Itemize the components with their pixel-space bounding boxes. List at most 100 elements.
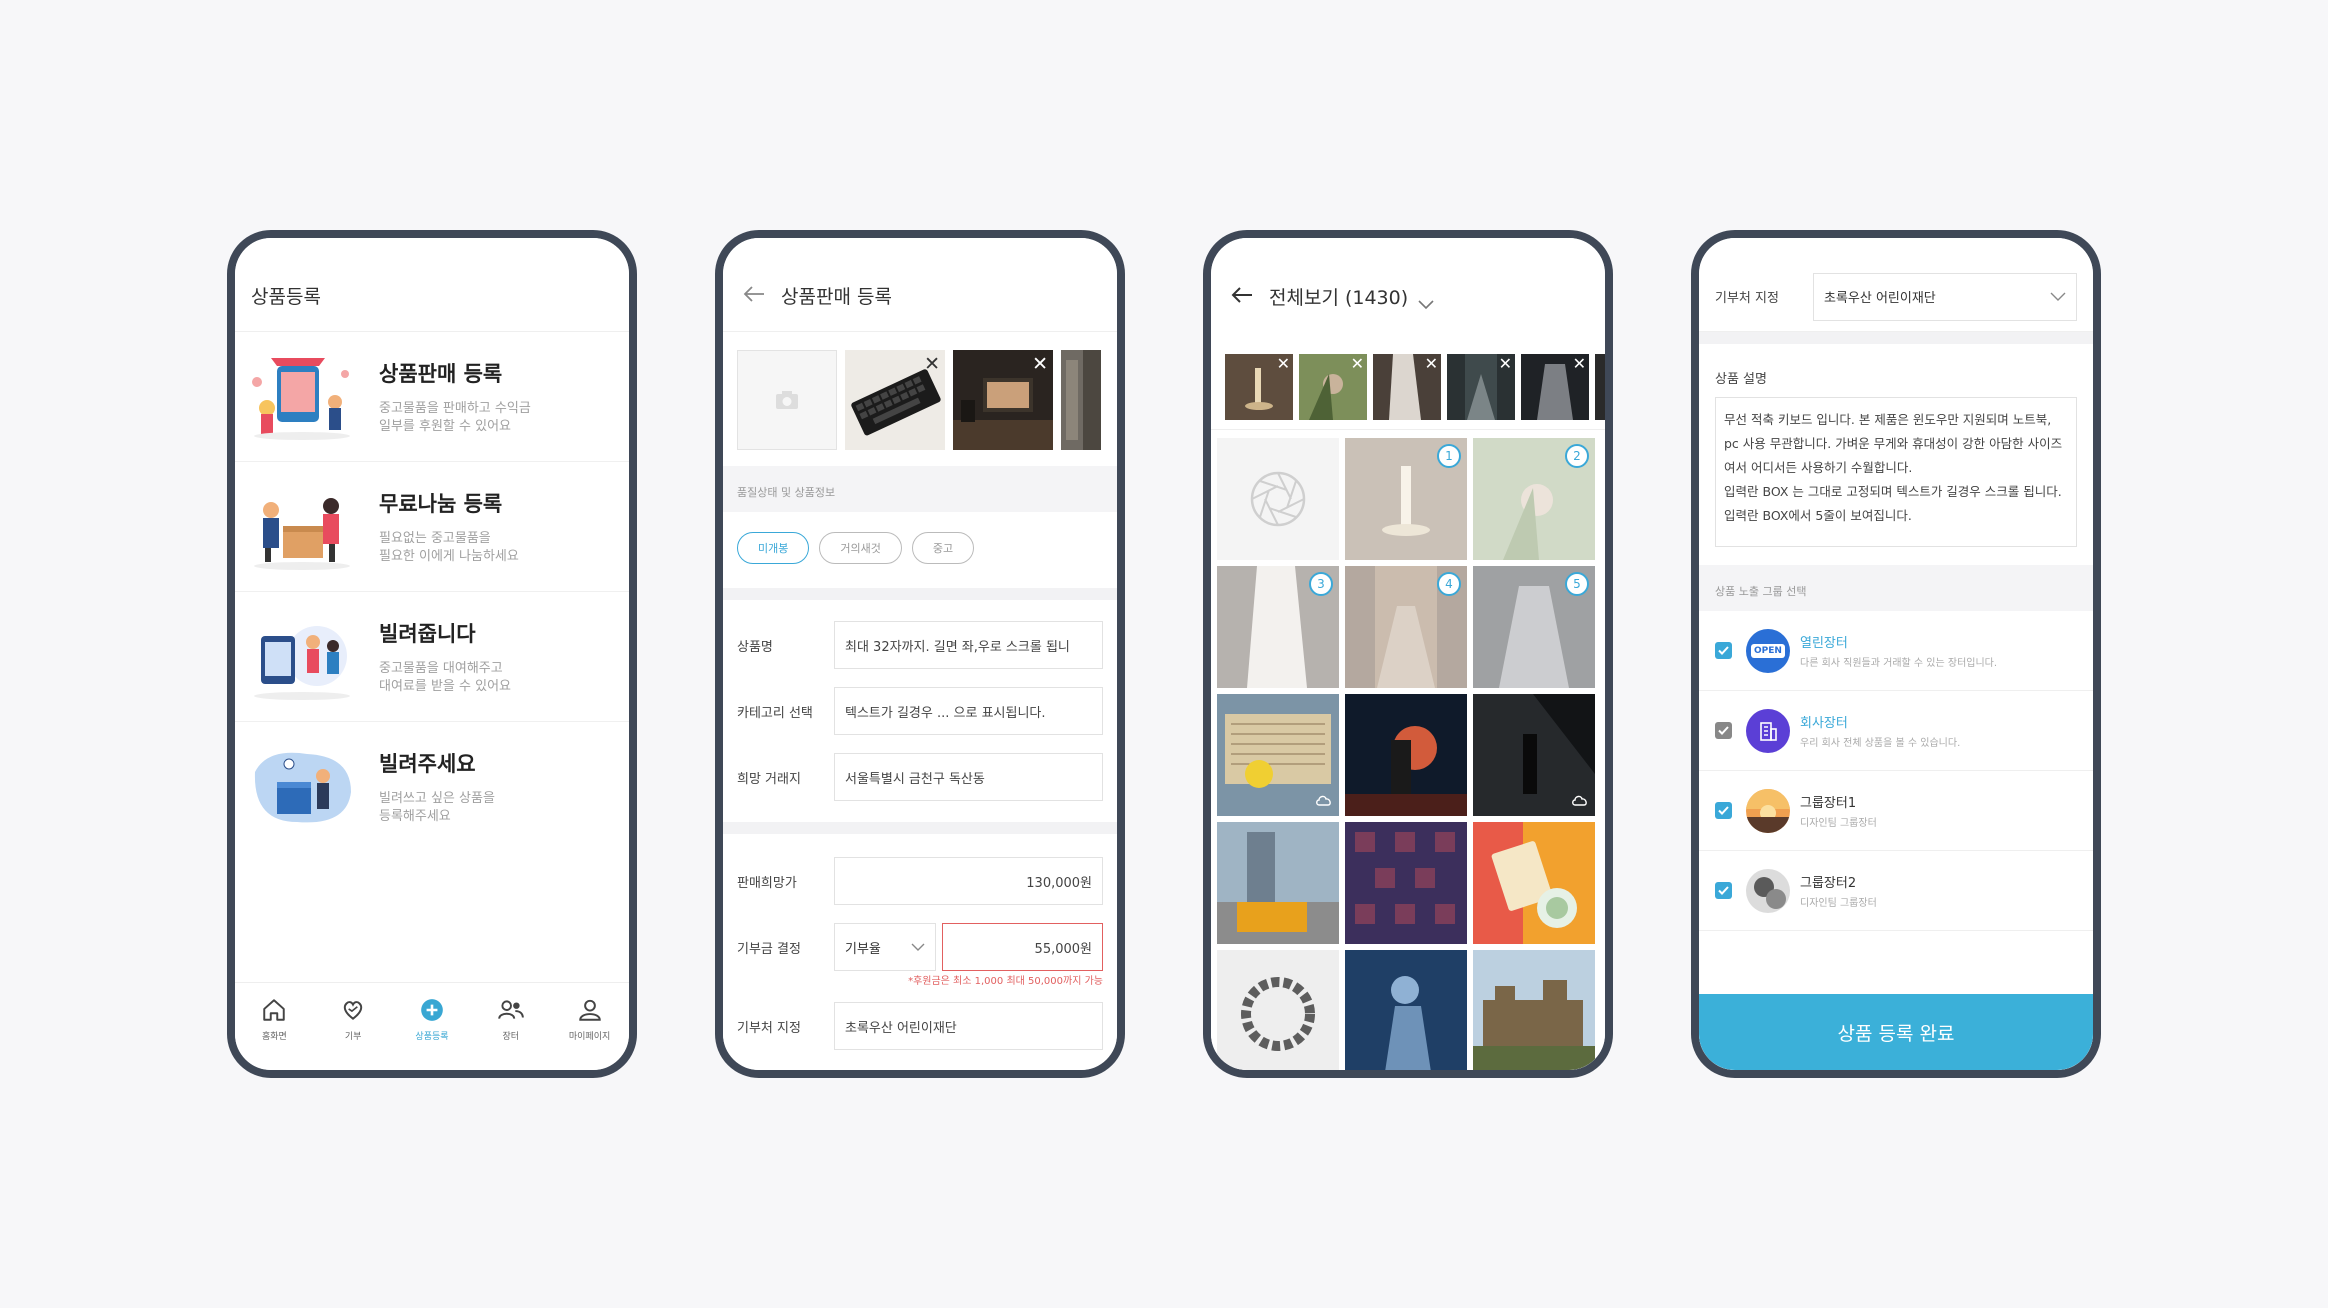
selected-thumb[interactable]	[1595, 354, 1605, 420]
page-header: 전체보기 (1430)	[1211, 238, 1605, 332]
group-name: 그룹장터1	[1800, 796, 1857, 811]
borrow-illustration	[247, 742, 357, 832]
price-input[interactable]: 130,000원	[834, 857, 1103, 905]
checkbox[interactable]	[1715, 722, 1732, 739]
form-label: 판매희망가	[737, 875, 797, 891]
tab-mypage[interactable]: 마이페이지	[555, 997, 625, 1070]
group-row-group2[interactable]: 그룹장터2 디자인팀 그룹장터	[1699, 851, 2093, 931]
add-photo-button[interactable]	[737, 350, 837, 450]
checkbox[interactable]	[1715, 882, 1732, 899]
remove-photo-icon[interactable]: ✕	[1032, 353, 1048, 375]
menu-item-borrow[interactable]: 빌려주세요 빌려쓰고 싶은 상품을 등록해주세요	[235, 722, 629, 852]
menu-desc: 빌려쓰고 싶은 상품을 등록해주세요	[379, 791, 495, 824]
form-label: 기부금 결정	[737, 941, 801, 957]
uploaded-photo[interactable]: ✕	[953, 350, 1053, 450]
selected-thumb[interactable]: ✕	[1521, 354, 1589, 420]
photo-cell[interactable]: 5	[1473, 566, 1595, 688]
photo-cell[interactable]	[1345, 950, 1467, 1070]
photo-cell[interactable]	[1217, 822, 1339, 944]
back-arrow-icon[interactable]	[739, 279, 769, 309]
selected-thumb[interactable]: ✕	[1447, 354, 1515, 420]
photo-cell[interactable]	[1217, 694, 1339, 816]
group-desc: 다른 회사 직원들과 거래할 수 있는 장터입니다.	[1800, 658, 1998, 669]
tab-market[interactable]: 장터	[476, 997, 546, 1070]
product-name-input[interactable]: 최대 32자까지. 길면 좌,우로 스크롤 됩니	[834, 621, 1103, 669]
photo-cell[interactable]	[1345, 694, 1467, 816]
donee-select[interactable]: 초록우산 어린이재단	[834, 1002, 1103, 1050]
submit-button[interactable]: 상품 등록 완료	[1699, 994, 2093, 1070]
chevron-down-icon	[911, 943, 925, 951]
gallery-title[interactable]: 전체보기 (1430)	[1269, 283, 1408, 310]
chip-like-new[interactable]: 거의새것	[819, 532, 902, 564]
trade-place-input[interactable]: 서울특별시 금천구 독산동	[834, 753, 1103, 801]
form-label: 기부처 지정	[737, 1020, 801, 1036]
remove-icon[interactable]: ✕	[1499, 354, 1512, 373]
category-select[interactable]: 텍스트가 길경우 ... 으로 표시됩니다.	[834, 687, 1103, 735]
photo-cell[interactable]: 4	[1345, 566, 1467, 688]
donation-type-select[interactable]: 기부율	[834, 923, 936, 971]
chip-unopened[interactable]: 미개봉	[737, 532, 810, 564]
remove-photo-icon[interactable]: ✕	[924, 353, 940, 375]
divider	[723, 822, 1117, 834]
menu-item-lend[interactable]: 빌려줍니다 중고물품을 대여해주고 대여료를 받을 수 있어요	[235, 592, 629, 722]
divider	[1699, 332, 2093, 344]
donation-row: 기부금 결정 기부율 55,000원	[723, 914, 1117, 980]
photo-upload-row: ✕ ✕	[723, 332, 1117, 466]
tab-donation[interactable]: 기부	[318, 997, 388, 1070]
page-header: 상품판매 등록	[723, 238, 1117, 332]
group-row-company-market[interactable]: 회사장터 우리 회사 전체 상품을 볼 수 있습니다.	[1699, 691, 2093, 771]
trade-place-row: 희망 거래지 서울특별시 금천구 독산동	[723, 744, 1117, 810]
tab-register[interactable]: 상품등록	[397, 997, 467, 1070]
selected-thumb[interactable]: ✕	[1225, 354, 1293, 420]
donation-amount-input[interactable]: 55,000원	[942, 923, 1103, 971]
group-desc: 우리 회사 전체 상품을 볼 수 있습니다.	[1800, 738, 1961, 749]
remove-icon[interactable]: ✕	[1425, 354, 1438, 373]
share-illustration	[247, 482, 357, 572]
checkbox[interactable]	[1715, 802, 1732, 819]
building-icon	[1746, 708, 1790, 753]
phone-sale-register: 상품판매 등록 ✕ ✕ 품질상태 및 상품정보 미개봉 거의새것 중고 상품명 …	[715, 230, 1125, 1078]
photo-cell[interactable]	[1345, 822, 1467, 944]
tab-home[interactable]: 홈화면	[239, 997, 309, 1070]
chip-used[interactable]: 중고	[911, 532, 975, 564]
remove-icon[interactable]: ✕	[1351, 354, 1364, 373]
home-icon	[263, 999, 286, 1021]
tab-label: 홈화면	[261, 1032, 287, 1042]
selected-thumb[interactable]: ✕	[1299, 354, 1367, 420]
condition-section-label: 품질상태 및 상품정보	[723, 466, 1117, 512]
remove-icon[interactable]: ✕	[1573, 354, 1586, 373]
photo-cell[interactable]	[1473, 694, 1595, 816]
photo-cell[interactable]: 2	[1473, 438, 1595, 560]
photo-cell[interactable]	[1473, 950, 1595, 1070]
bottom-tab-bar: 홈화면 기부 상품등록 장터 마이페이지	[235, 982, 629, 1070]
description-textarea[interactable]: 무선 적축 키보드 입니다. 본 제품은 윈도우만 지원되며 노트북, pc 사…	[1715, 397, 2077, 547]
uploaded-photo[interactable]	[1061, 350, 1101, 450]
category-row: 카테고리 선택 텍스트가 길경우 ... 으로 표시됩니다.	[723, 678, 1117, 744]
menu-item-free-share[interactable]: 무료나눔 등록 필요없는 중고물품을 필요한 이에게 나눔하세요	[235, 462, 629, 592]
uploaded-photo[interactable]: ✕	[845, 350, 945, 450]
tab-label: 기부	[344, 1032, 362, 1042]
photo-cell[interactable]	[1473, 822, 1595, 944]
lend-illustration	[247, 612, 357, 702]
donation-note: *후원금은 최소 1,000 최대 50,000까지 가능	[908, 976, 1103, 987]
selection-number: 1	[1437, 444, 1461, 468]
group-avatar	[1746, 788, 1790, 833]
photo-cell[interactable]	[1217, 950, 1339, 1070]
camera-cell[interactable]	[1217, 438, 1339, 560]
photo-cell[interactable]: 1	[1345, 438, 1467, 560]
menu-item-sale[interactable]: 상품판매 등록 중고물품을 판매하고 수익금 일부를 후원할 수 있어요	[235, 332, 629, 462]
donee-select[interactable]: 초록우산 어린이재단	[1813, 272, 2077, 321]
checkbox[interactable]	[1715, 642, 1732, 659]
group-row-open-market[interactable]: OPEN 열린장터 다른 회사 직원들과 거래할 수 있는 장터입니다.	[1699, 611, 2093, 691]
chevron-down-icon[interactable]	[1418, 300, 1434, 310]
heart-hand-icon	[344, 1001, 363, 1020]
remove-icon[interactable]: ✕	[1277, 354, 1290, 373]
back-arrow-icon[interactable]	[1227, 280, 1257, 310]
group-desc: 디자인팀 그룹장터	[1800, 898, 1877, 909]
group-row-group1[interactable]: 그룹장터1 디자인팀 그룹장터	[1699, 771, 2093, 851]
group-name: 그룹장터2	[1800, 876, 1857, 891]
selected-thumb[interactable]: ✕	[1373, 354, 1441, 420]
donee-row: 기부처 지정 초록우산 어린이재단	[723, 993, 1117, 1059]
group-section-label: 상품 노출 그룹 선택	[1699, 565, 2093, 611]
photo-cell[interactable]: 3	[1217, 566, 1339, 688]
